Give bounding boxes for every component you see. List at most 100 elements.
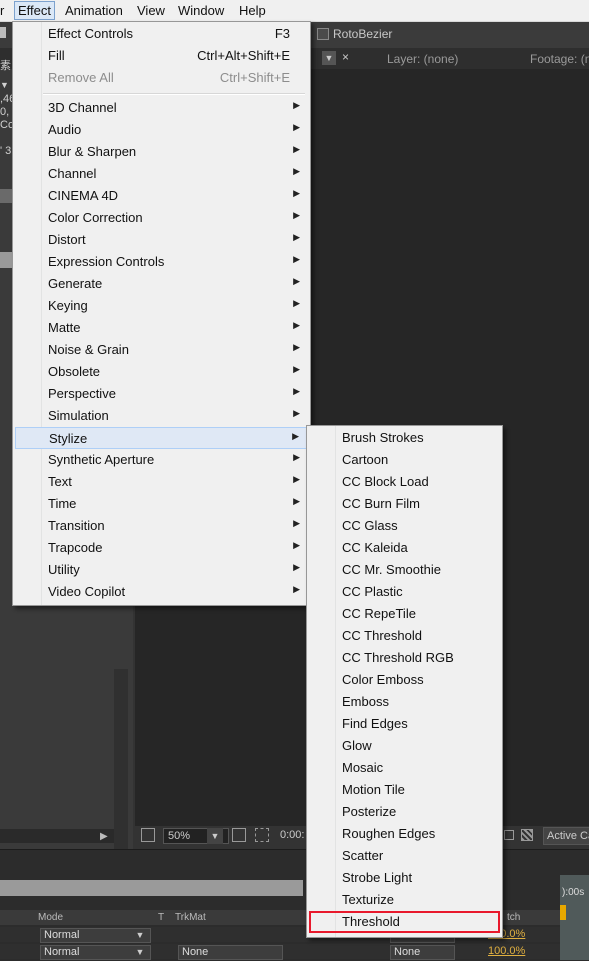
snapshot-icon[interactable] (504, 830, 514, 840)
menu-item-simulation[interactable]: Simulation ▶ (15, 405, 308, 427)
parent-select[interactable]: None (390, 945, 455, 960)
menu-item-generate[interactable]: Generate ▶ (15, 273, 308, 295)
tab-footage[interactable]: Footage: (n (530, 52, 589, 66)
menu-item-text[interactable]: Text ▶ (15, 471, 308, 493)
column-trkmat[interactable]: TrkMat (175, 912, 206, 923)
menu-item-cc-plastic[interactable]: CC Plastic (309, 581, 500, 603)
menu-item-cc-mr-smoothie[interactable]: CC Mr. Smoothie (309, 559, 500, 581)
menu-item-animation[interactable]: Animation (65, 2, 123, 19)
tab-layer[interactable]: Layer: (none) (387, 52, 458, 66)
menu-item-synthetic-aperture[interactable]: Synthetic Aperture ▶ (15, 449, 308, 471)
comp-dropdown-arrow-icon[interactable]: ▼ (322, 51, 336, 65)
camera-select[interactable]: Active Ca (543, 827, 589, 845)
rotobezier-checkbox[interactable] (317, 28, 329, 40)
column-t[interactable]: T (158, 912, 164, 923)
play-icon[interactable]: ▶ (100, 831, 108, 842)
menu-item-stylize[interactable]: Stylize ▶ (15, 427, 308, 449)
menu-item-obsolete[interactable]: Obsolete ▶ (15, 361, 308, 383)
chevron-down-icon[interactable]: ▼ (207, 828, 223, 844)
close-icon[interactable]: × (342, 50, 349, 64)
menu-item-channel[interactable]: Channel ▶ (15, 163, 308, 185)
menu-item-remove-all[interactable]: Remove All Ctrl+Shift+E (15, 67, 308, 89)
menu-item-label: Color Correction (48, 210, 143, 225)
menu-item-perspective[interactable]: Perspective ▶ (15, 383, 308, 405)
menu-item-roughen-edges[interactable]: Roughen Edges (309, 823, 500, 845)
menu-item-label: Perspective (48, 386, 116, 401)
menu-item-transition[interactable]: Transition ▶ (15, 515, 308, 537)
menu-item-cinema-4d[interactable]: CINEMA 4D ▶ (15, 185, 308, 207)
menu-item-label: Blur & Sharpen (48, 144, 137, 159)
menu-item-audio[interactable]: Audio ▶ (15, 119, 308, 141)
menu-item-glow[interactable]: Glow (309, 735, 500, 757)
menu-item-distort[interactable]: Distort ▶ (15, 229, 308, 251)
menu-item-edit-partial[interactable]: r (0, 2, 4, 19)
column-mode[interactable]: Mode (38, 912, 63, 923)
menu-item-keying[interactable]: Keying ▶ (15, 295, 308, 317)
menu-item-effect[interactable]: Effect (14, 1, 56, 20)
menu-item-label: Texturize (342, 892, 395, 907)
menu-item-emboss[interactable]: Emboss (309, 691, 500, 713)
menu-item-find-edges[interactable]: Find Edges (309, 713, 500, 735)
menu-item-video-copilot[interactable]: Video Copilot ▶ (15, 581, 308, 603)
horizontal-scrollbar[interactable] (0, 829, 114, 843)
submenu-arrow-icon: ▶ (292, 431, 299, 441)
menu-item-motion-tile[interactable]: Motion Tile (309, 779, 500, 801)
menu-item-fill[interactable]: Fill Ctrl+Alt+Shift+E (15, 45, 308, 67)
menu-item-label: Text (48, 474, 72, 489)
stretch-value[interactable]: 100.0% (488, 945, 525, 957)
menu-item-label: CC Glass (342, 518, 398, 533)
menu-item-cartoon[interactable]: Cartoon (309, 449, 500, 471)
menu-item-label: Emboss (342, 694, 389, 709)
region-of-interest-icon[interactable] (255, 828, 269, 842)
menu-item-view[interactable]: View (137, 2, 165, 19)
menu-item-window[interactable]: Window (178, 2, 224, 19)
current-time-display[interactable]: 0:00: (280, 829, 304, 841)
menu-item-3d-channel[interactable]: 3D Channel ▶ (15, 97, 308, 119)
chevron-down-icon[interactable]: ▼ (133, 946, 147, 959)
work-area-marker[interactable] (560, 905, 566, 920)
submenu-arrow-icon: ▶ (293, 364, 300, 374)
chevron-down-icon[interactable]: ▼ (133, 929, 147, 942)
tool-button-partial[interactable] (0, 27, 6, 38)
menu-item-label: Fill (48, 48, 65, 63)
menu-item-posterize[interactable]: Posterize (309, 801, 500, 823)
menu-item-cc-threshold-rgb[interactable]: CC Threshold RGB (309, 647, 500, 669)
menu-item-threshold[interactable]: Threshold (309, 911, 500, 933)
trkmat-select[interactable]: None (178, 945, 283, 960)
menu-item-matte[interactable]: Matte ▶ (15, 317, 308, 339)
timeline-search-input[interactable] (0, 880, 303, 896)
menu-item-brush-strokes[interactable]: Brush Strokes (309, 427, 500, 449)
menu-item-effect-controls[interactable]: Effect Controls F3 (15, 23, 308, 45)
menu-item-mosaic[interactable]: Mosaic (309, 757, 500, 779)
always-preview-icon[interactable] (141, 828, 155, 842)
menu-item-color-emboss[interactable]: Color Emboss (309, 669, 500, 691)
menu-item-scatter[interactable]: Scatter (309, 845, 500, 867)
menu-item-cc-repetile[interactable]: CC RepeTile (309, 603, 500, 625)
menu-item-utility[interactable]: Utility ▶ (15, 559, 308, 581)
menu-item-strobe-light[interactable]: Strobe Light (309, 867, 500, 889)
menu-item-label: Threshold (342, 914, 400, 929)
menu-item-label: Video Copilot (48, 584, 126, 599)
menu-item-color-correction[interactable]: Color Correction ▶ (15, 207, 308, 229)
menu-item-blur-sharpen[interactable]: Blur & Sharpen ▶ (15, 141, 308, 163)
menu-item-time[interactable]: Time ▶ (15, 493, 308, 515)
menu-item-label: CC Plastic (342, 584, 403, 599)
menu-item-expression-controls[interactable]: Expression Controls ▶ (15, 251, 308, 273)
transparency-grid-icon[interactable] (521, 829, 533, 841)
menu-item-cc-burn-film[interactable]: CC Burn Film (309, 493, 500, 515)
menu-item-help[interactable]: Help (239, 2, 266, 19)
submenu-arrow-icon: ▶ (293, 342, 300, 352)
menu-item-trapcode[interactable]: Trapcode ▶ (15, 537, 308, 559)
menu-item-label: 3D Channel (48, 100, 117, 115)
menu-item-cc-glass[interactable]: CC Glass (309, 515, 500, 537)
menu-item-texturize[interactable]: Texturize (309, 889, 500, 911)
menu-item-cc-kaleida[interactable]: CC Kaleida (309, 537, 500, 559)
submenu-arrow-icon: ▶ (293, 144, 300, 154)
menu-item-label: Utility (48, 562, 80, 577)
column-stretch[interactable]: tch (507, 912, 520, 923)
menu-item-cc-block-load[interactable]: CC Block Load (309, 471, 500, 493)
menu-bar: r Effect Animation View Window Help (0, 0, 589, 22)
menu-item-cc-threshold[interactable]: CC Threshold (309, 625, 500, 647)
fit-icon[interactable] (232, 828, 246, 842)
menu-item-noise-grain[interactable]: Noise & Grain ▶ (15, 339, 308, 361)
